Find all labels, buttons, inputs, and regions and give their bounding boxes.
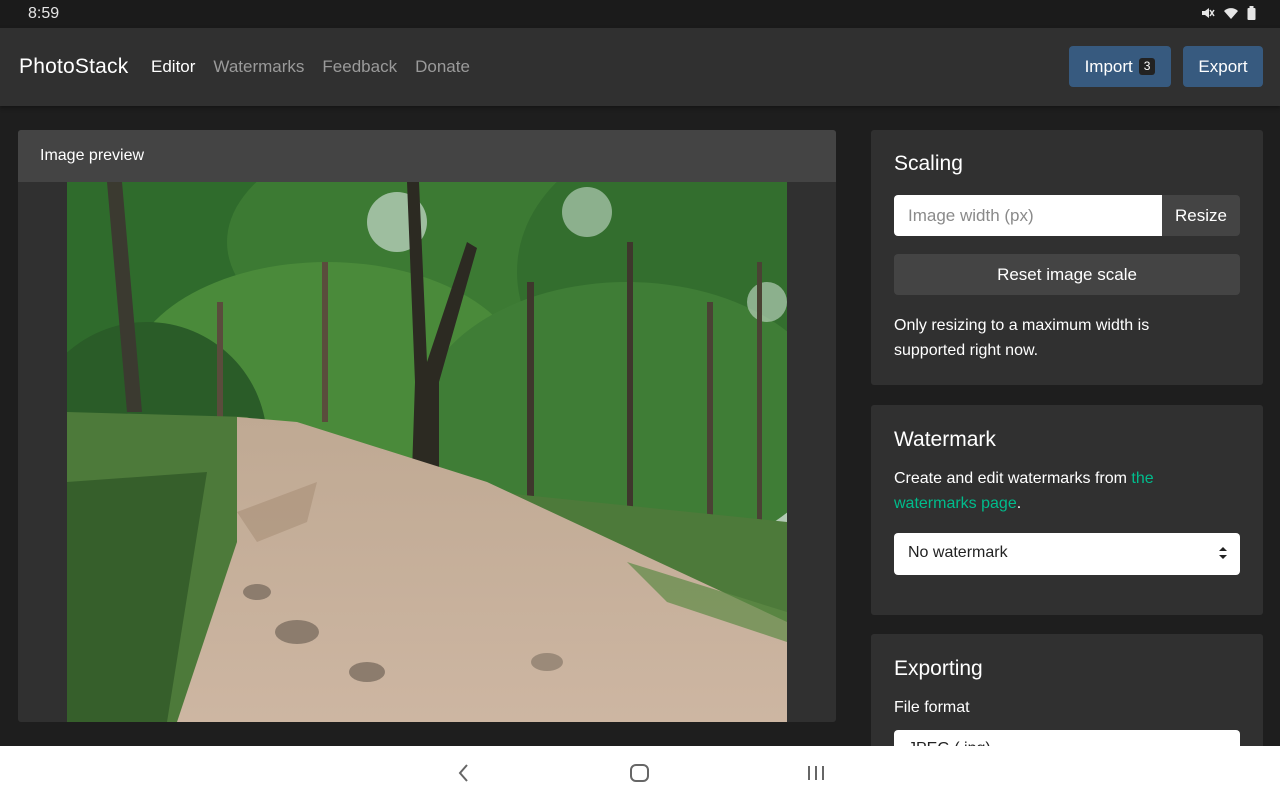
nav-feedback[interactable]: Feedback xyxy=(322,57,397,77)
mute-icon xyxy=(1202,8,1215,18)
nav-watermarks[interactable]: Watermarks xyxy=(213,57,304,77)
watermark-select-value: No watermark xyxy=(908,544,1008,561)
resize-button[interactable]: Resize xyxy=(1162,195,1240,236)
select-arrows-icon xyxy=(1219,547,1227,559)
image-width-input[interactable] xyxy=(894,195,1162,236)
import-count-badge: 3 xyxy=(1138,58,1156,75)
home-icon[interactable] xyxy=(629,762,651,784)
scaling-input-group: Resize xyxy=(894,195,1240,236)
wifi-icon xyxy=(1224,8,1238,19)
scaling-title: Scaling xyxy=(894,152,963,175)
status-icons xyxy=(1201,6,1256,20)
battery-icon xyxy=(1247,6,1256,20)
scaling-note: Only resizing to a maximum width is supp… xyxy=(894,317,1150,359)
export-button[interactable]: Export xyxy=(1183,46,1263,87)
watermark-title: Watermark xyxy=(894,428,996,451)
brand-logo[interactable]: PhotoStack xyxy=(19,55,128,79)
status-bar: 8:59 xyxy=(0,0,1280,28)
watermark-card: Watermark Create and edit watermarks fro… xyxy=(871,405,1263,615)
reset-image-scale-button[interactable]: Reset image scale xyxy=(894,254,1240,295)
file-format-label: File format xyxy=(894,699,970,716)
image-preview-card: Image preview xyxy=(18,130,836,722)
status-time: 8:59 xyxy=(28,5,60,22)
nav-donate[interactable]: Donate xyxy=(415,57,470,77)
image-preview-header: Image preview xyxy=(18,130,836,182)
exporting-card: Exporting File format JPEG (.jpg) xyxy=(871,634,1263,770)
exporting-title: Exporting xyxy=(894,657,983,680)
nav-editor[interactable]: Editor xyxy=(151,57,195,77)
android-nav-bar xyxy=(0,746,1280,800)
top-navbar: PhotoStack Editor Watermarks Feedback Do… xyxy=(0,28,1280,106)
recents-icon[interactable] xyxy=(806,762,826,784)
import-label: Import xyxy=(1084,56,1133,76)
preview-image xyxy=(67,182,787,722)
watermark-select[interactable]: No watermark xyxy=(894,533,1240,575)
watermark-description: Create and edit watermarks from the wate… xyxy=(894,466,1214,516)
scaling-card: Scaling Resize Reset image scale Only re… xyxy=(871,130,1263,385)
watermark-text-before: Create and edit watermarks from xyxy=(894,470,1132,487)
watermark-text-after: . xyxy=(1016,495,1022,512)
import-button[interactable]: Import 3 xyxy=(1069,46,1171,87)
nav-links: Editor Watermarks Feedback Donate xyxy=(151,57,470,77)
back-icon[interactable] xyxy=(456,762,470,784)
